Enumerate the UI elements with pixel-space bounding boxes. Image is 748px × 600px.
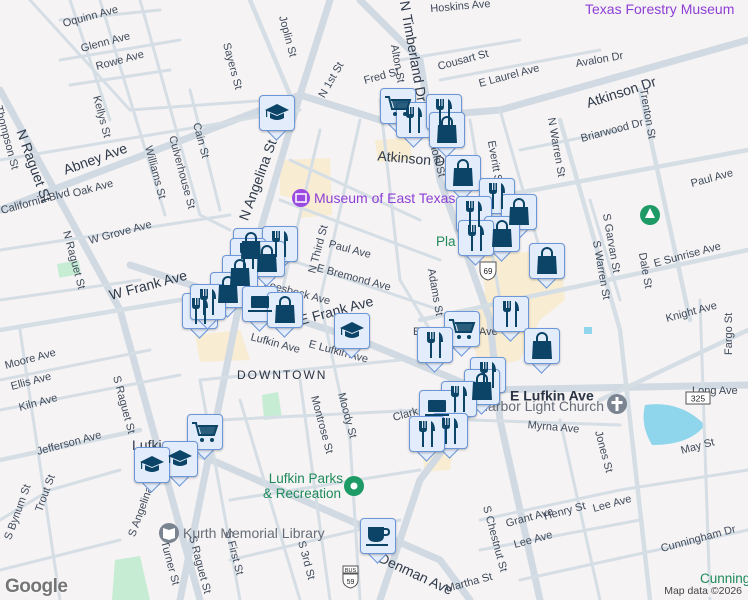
marker-school[interactable] bbox=[259, 95, 295, 141]
school-icon bbox=[259, 95, 295, 131]
downtown-label: DOWNTOWN bbox=[237, 368, 327, 382]
street-label: Paul Ave bbox=[327, 238, 372, 261]
marker-shopping[interactable] bbox=[524, 328, 560, 374]
bus59-shield: BUS 59 bbox=[342, 565, 359, 589]
library-label[interactable]: Kurth Memorial Library bbox=[183, 525, 325, 541]
shopping-icon bbox=[429, 112, 465, 148]
tx325-shield: 325 bbox=[685, 391, 711, 405]
street-label: Dale St bbox=[636, 252, 654, 290]
street-label: Adams St bbox=[425, 268, 445, 317]
map-canvas[interactable]: Oquinn AveGlenn AveRowe AveKellys StN Ra… bbox=[0, 0, 748, 600]
cafe-icon bbox=[360, 518, 396, 554]
street-label: Briarwood Dr bbox=[580, 117, 645, 145]
street-label: N 1st St bbox=[316, 60, 346, 100]
school-icon bbox=[334, 313, 370, 349]
shopping-icon bbox=[445, 155, 481, 191]
shopping-icon bbox=[524, 328, 560, 364]
parks-pin-icon[interactable] bbox=[344, 476, 364, 496]
svg-text:325: 325 bbox=[691, 394, 705, 404]
street-label: E Bremond Ave bbox=[315, 262, 392, 293]
library-book-icon[interactable] bbox=[159, 523, 179, 543]
museum-label[interactable]: Museum of East Texas bbox=[314, 190, 455, 206]
street-label: S 3rd St bbox=[295, 540, 317, 582]
marker-shopping[interactable] bbox=[429, 112, 465, 158]
museum-pin-icon[interactable] bbox=[292, 189, 310, 207]
street-label: Trout St bbox=[33, 473, 58, 513]
street-label: E Sunrise Ave bbox=[653, 240, 723, 269]
school-icon bbox=[134, 447, 170, 483]
street-label: Paul Ave bbox=[690, 167, 735, 190]
street-label: Cunningham Dr bbox=[660, 523, 738, 555]
marker-school[interactable] bbox=[334, 313, 370, 359]
park-tree-icon[interactable] bbox=[640, 205, 660, 225]
street-label: Oquinn Ave bbox=[62, 4, 120, 30]
street-label: Hoskins Ave bbox=[430, 0, 491, 15]
street-label: Fargo St bbox=[723, 313, 735, 355]
street-label: Lee Ave bbox=[513, 529, 554, 551]
plaza-label[interactable]: Pla bbox=[436, 234, 456, 249]
street-label: Sayers St bbox=[220, 42, 244, 91]
parks-label-line1[interactable]: Lufkin Parks bbox=[269, 471, 344, 486]
street-label: Kiln Ave bbox=[18, 392, 59, 414]
street-label: Culverhouse St bbox=[166, 135, 197, 211]
street-label: Montrose St bbox=[308, 395, 335, 455]
street-label: Jefferson Ave bbox=[36, 429, 103, 458]
marker-school[interactable] bbox=[134, 447, 170, 493]
svg-text:BUS: BUS bbox=[345, 568, 357, 574]
street-label: Jones St bbox=[592, 430, 615, 474]
svg-text:59: 59 bbox=[347, 579, 355, 586]
street-label: Myrna Ave bbox=[527, 419, 580, 435]
map-attribution[interactable]: Map data ©2026 bbox=[662, 585, 744, 597]
shopping-icon bbox=[267, 292, 303, 328]
forestry-museum-label[interactable]: Texas Forestry Museum bbox=[585, 1, 734, 17]
marker-shopping[interactable] bbox=[529, 243, 565, 289]
marker-cafe[interactable] bbox=[360, 518, 396, 564]
street-label: Turner St bbox=[158, 540, 181, 587]
restaurant-icon bbox=[493, 296, 529, 332]
us69-shield: 69 bbox=[479, 261, 497, 281]
street-label: Moore Ave bbox=[4, 347, 58, 372]
church-cross-icon[interactable] bbox=[607, 394, 627, 414]
street-label: Williams St bbox=[142, 145, 168, 201]
street-label: W Grove Ave bbox=[88, 219, 154, 247]
street-label: Joplin St bbox=[276, 15, 299, 59]
shopping-icon bbox=[529, 243, 565, 279]
street-label: Henry St bbox=[543, 500, 587, 523]
parks-label-line2[interactable]: & Recreation bbox=[263, 486, 341, 501]
svg-text:69: 69 bbox=[484, 267, 493, 276]
street-label: S Bynum St bbox=[2, 483, 33, 542]
street-label: Trenton St bbox=[637, 88, 658, 140]
marker-shopping[interactable] bbox=[267, 292, 303, 338]
cunningham-label[interactable]: Cunningham bbox=[700, 571, 748, 586]
marker-shopping[interactable] bbox=[445, 155, 481, 201]
google-logo: Google bbox=[5, 576, 68, 597]
